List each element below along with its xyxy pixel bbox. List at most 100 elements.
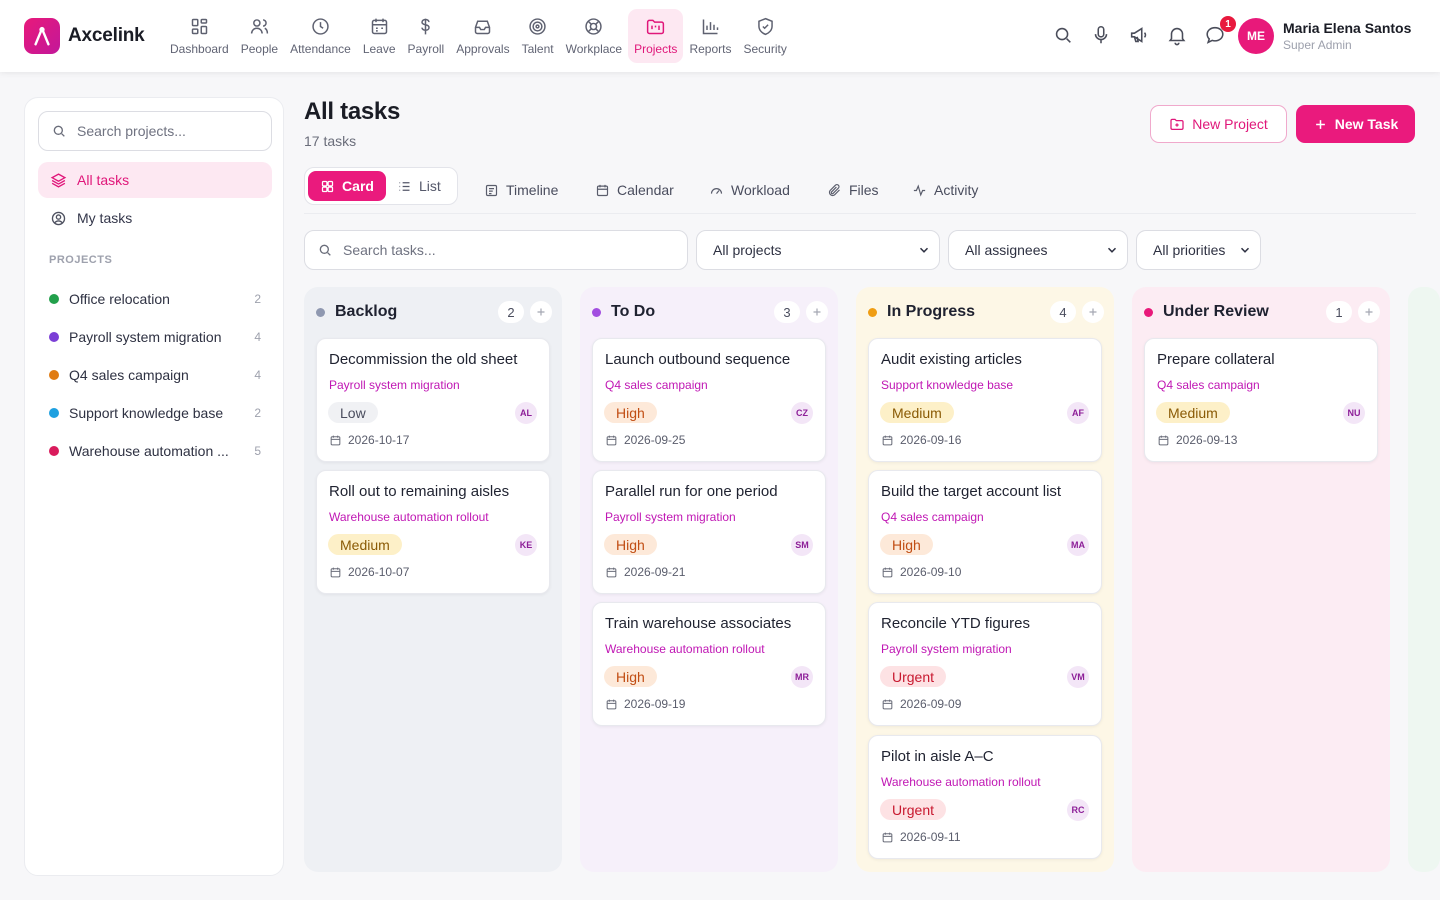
priority-filter-select[interactable]: All priorities bbox=[1136, 230, 1261, 270]
task-project[interactable]: Support knowledge base bbox=[881, 378, 1013, 392]
project-item[interactable]: Payroll system migration 4 bbox=[49, 325, 261, 349]
task-card[interactable]: Reconcile YTD figures Payroll system mig… bbox=[868, 602, 1102, 726]
task-project[interactable]: Payroll system migration bbox=[605, 510, 736, 524]
project-color-dot bbox=[49, 408, 59, 418]
project-count: 2 bbox=[254, 406, 261, 420]
new-project-button[interactable]: New Project bbox=[1150, 105, 1287, 143]
task-project[interactable]: Payroll system migration bbox=[881, 642, 1012, 656]
add-task-button[interactable] bbox=[806, 301, 828, 323]
megaphone-icon bbox=[1130, 27, 1147, 43]
tab-activity[interactable]: Activity bbox=[912, 180, 978, 200]
assignee-avatar[interactable]: VM bbox=[1067, 666, 1089, 688]
notifications-button[interactable] bbox=[1166, 24, 1190, 48]
nav-payroll[interactable]: Payroll bbox=[402, 9, 451, 63]
task-title: Pilot in aisle A–C bbox=[881, 748, 994, 765]
sidebar-item-all-tasks[interactable]: All tasks bbox=[38, 162, 272, 198]
nav-projects[interactable]: Projects bbox=[628, 9, 684, 63]
task-card[interactable]: Train warehouse associates Warehouse aut… bbox=[592, 602, 826, 726]
task-project[interactable]: Warehouse automation rollout bbox=[329, 510, 489, 524]
task-project[interactable]: Q4 sales campaign bbox=[881, 510, 984, 524]
assignee-avatar[interactable]: MR bbox=[791, 666, 813, 688]
task-card[interactable]: Audit existing articles Support knowledg… bbox=[868, 338, 1102, 462]
nav-label: Attendance bbox=[290, 42, 351, 56]
calendar-icon bbox=[882, 567, 893, 577]
voice-button[interactable] bbox=[1090, 24, 1114, 48]
tab-files[interactable]: Files bbox=[827, 180, 879, 200]
task-card[interactable]: Roll out to remaining aisles Warehouse a… bbox=[316, 470, 550, 594]
calendar-icon bbox=[606, 699, 617, 709]
due-date: 2026-10-07 bbox=[329, 565, 409, 579]
sidebar-item-my-tasks[interactable]: My tasks bbox=[38, 200, 272, 236]
top-bar: Axcelink Dashboard People Attendance Lea… bbox=[0, 0, 1440, 72]
task-project[interactable]: Warehouse automation rollout bbox=[881, 775, 1041, 789]
priority-badge: High bbox=[604, 402, 657, 423]
task-search-input[interactable]: Search tasks... bbox=[304, 230, 688, 270]
search-button[interactable] bbox=[1052, 24, 1076, 48]
due-date: 2026-09-10 bbox=[881, 565, 961, 579]
nav-leave[interactable]: Leave bbox=[357, 9, 402, 63]
task-card[interactable]: Parallel run for one period Payroll syst… bbox=[592, 470, 826, 594]
tab-workload[interactable]: Workload bbox=[709, 180, 790, 200]
calendar-icon bbox=[606, 435, 617, 445]
task-project[interactable]: Q4 sales campaign bbox=[1157, 378, 1260, 392]
assignee-avatar[interactable]: MA bbox=[1067, 534, 1089, 556]
tab-calendar[interactable]: Calendar bbox=[595, 180, 674, 200]
priority-badge: High bbox=[880, 534, 933, 555]
assignee-avatar[interactable]: NU bbox=[1343, 402, 1365, 424]
view-list-button[interactable]: List bbox=[397, 171, 441, 201]
user-name[interactable]: Maria Elena Santos bbox=[1283, 20, 1411, 36]
dollar-icon bbox=[421, 18, 431, 35]
nav-workplace[interactable]: Workplace bbox=[560, 9, 628, 63]
nav-approvals[interactable]: Approvals bbox=[450, 9, 515, 63]
nav-security[interactable]: Security bbox=[737, 9, 792, 63]
assignee-avatar[interactable]: SM bbox=[791, 534, 813, 556]
user-avatar[interactable]: ME bbox=[1238, 18, 1274, 54]
nav-talent[interactable]: Talent bbox=[516, 9, 560, 63]
add-task-button[interactable] bbox=[1358, 301, 1380, 323]
task-project[interactable]: Payroll system migration bbox=[329, 378, 460, 392]
assignee-avatar[interactable]: AL bbox=[515, 402, 537, 424]
new-task-button[interactable]: New Task bbox=[1296, 105, 1415, 143]
project-item[interactable]: Office relocation 2 bbox=[49, 287, 261, 311]
folder-plus-icon bbox=[1170, 118, 1184, 130]
project-item[interactable]: Q4 sales campaign 4 bbox=[49, 363, 261, 387]
tab-timeline[interactable]: Timeline bbox=[484, 180, 558, 200]
task-project[interactable]: Q4 sales campaign bbox=[605, 378, 708, 392]
nav-reports[interactable]: Reports bbox=[683, 9, 737, 63]
nav-attendance[interactable]: Attendance bbox=[284, 9, 357, 63]
task-card[interactable]: Prepare collateral Q4 sales campaign Med… bbox=[1144, 338, 1378, 462]
column-header: Backlog 2 bbox=[316, 301, 552, 323]
task-card[interactable]: Pilot in aisle A–C Warehouse automation … bbox=[868, 735, 1102, 859]
view-card-label: Card bbox=[342, 178, 374, 194]
nav-people[interactable]: People bbox=[235, 9, 284, 63]
messages-button[interactable]: 1 bbox=[1204, 16, 1236, 48]
task-card[interactable]: Decommission the old sheet Payroll syste… bbox=[316, 338, 550, 462]
lifebuoy-icon bbox=[585, 18, 603, 35]
assignee-filter-select[interactable]: All assignees bbox=[948, 230, 1128, 270]
assignee-avatar[interactable]: CZ bbox=[791, 402, 813, 424]
project-item[interactable]: Support knowledge base 2 bbox=[49, 401, 261, 425]
logo[interactable]: Axcelink bbox=[24, 18, 145, 54]
view-card-button[interactable]: Card bbox=[308, 171, 386, 201]
due-date: 2026-09-09 bbox=[881, 697, 961, 711]
project-search-input[interactable]: Search projects... bbox=[38, 111, 272, 151]
task-card[interactable]: Build the target account list Q4 sales c… bbox=[868, 470, 1102, 594]
add-task-button[interactable] bbox=[530, 301, 552, 323]
announcements-button[interactable] bbox=[1128, 24, 1152, 48]
nav-label: People bbox=[240, 42, 279, 56]
due-date-text: 2026-09-16 bbox=[900, 433, 962, 447]
project-name: Office relocation bbox=[69, 291, 170, 307]
project-item[interactable]: Warehouse automation ... 5 bbox=[49, 439, 261, 463]
task-card[interactable]: Launch outbound sequence Q4 sales campai… bbox=[592, 338, 826, 462]
task-title: Parallel run for one period bbox=[605, 483, 778, 500]
project-filter-select[interactable]: All projects bbox=[696, 230, 940, 270]
priority-badge: Medium bbox=[328, 534, 402, 555]
nav-dashboard[interactable]: Dashboard bbox=[164, 9, 235, 63]
priority-badge: Medium bbox=[880, 402, 954, 423]
assignee-avatar[interactable]: KE bbox=[515, 534, 537, 556]
assignee-avatar[interactable]: AF bbox=[1067, 402, 1089, 424]
assignee-avatar[interactable]: RC bbox=[1067, 799, 1089, 821]
column-color-dot bbox=[592, 307, 601, 317]
add-task-button[interactable] bbox=[1082, 301, 1104, 323]
task-project[interactable]: Warehouse automation rollout bbox=[605, 642, 765, 656]
